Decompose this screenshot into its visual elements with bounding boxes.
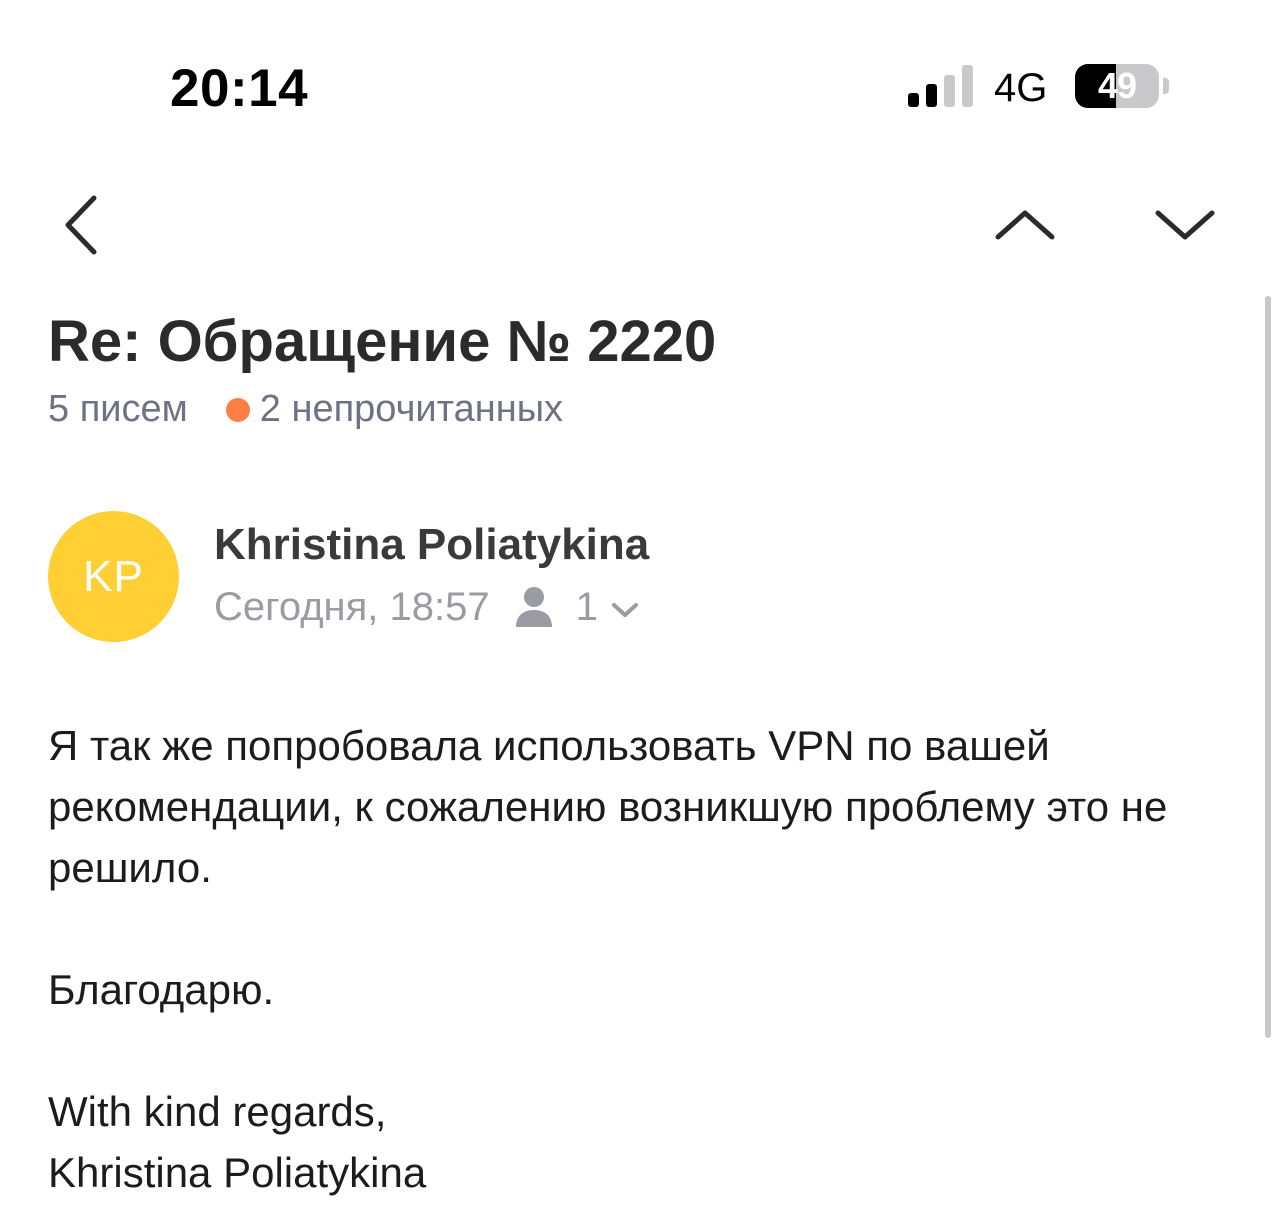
status-time: 20:14: [170, 59, 309, 118]
avatar[interactable]: KP: [48, 511, 179, 642]
signal-bar-4: [962, 65, 973, 107]
battery-cap: [1163, 78, 1169, 94]
signal-bar-3: [944, 75, 955, 107]
scrollbar[interactable]: [1265, 296, 1271, 1038]
thread-meta: 5 писем 2 непрочитанных: [48, 388, 563, 431]
unread-dot-icon: [225, 397, 250, 422]
body-paragraph: Я так же попробовала использовать VPN по…: [48, 722, 1168, 891]
signature-line: With kind regards,: [48, 1088, 387, 1135]
recipient-count: 1: [575, 584, 598, 629]
body-paragraph: Благодарю.: [48, 966, 275, 1013]
next-message-button[interactable]: [1150, 195, 1220, 255]
chevron-down-small-icon: [611, 603, 638, 617]
message-count: 5 писем: [48, 388, 188, 430]
thread-subject: Re: Обращение № 2220: [48, 309, 717, 374]
back-button[interactable]: [56, 190, 112, 260]
message-meta: Сегодня, 18:57 1: [214, 583, 640, 631]
sender-name[interactable]: Khristina Poliatykina: [214, 520, 649, 570]
network-type: 4G: [994, 66, 1048, 110]
signature-line: Khristina Poliatykina: [48, 1149, 427, 1196]
signal-strength-icon: [908, 65, 973, 107]
message-date: Сегодня, 18:57: [214, 584, 490, 629]
chevron-left-icon: [65, 195, 97, 255]
message-body: Я так же попробовала использовать VPN по…: [48, 715, 1208, 1203]
signal-bar-1: [908, 93, 919, 107]
person-icon: [515, 587, 552, 627]
chevron-down-icon: [1155, 210, 1215, 240]
signal-bar-2: [926, 84, 937, 107]
recipients-toggle[interactable]: 1: [576, 585, 640, 630]
battery-percent: 49: [1097, 65, 1137, 106]
battery-icon: 49: [1075, 64, 1171, 108]
previous-message-button[interactable]: [990, 195, 1060, 255]
chevron-up-icon: [995, 210, 1055, 240]
unread-count: 2 непрочитанных: [259, 388, 564, 430]
